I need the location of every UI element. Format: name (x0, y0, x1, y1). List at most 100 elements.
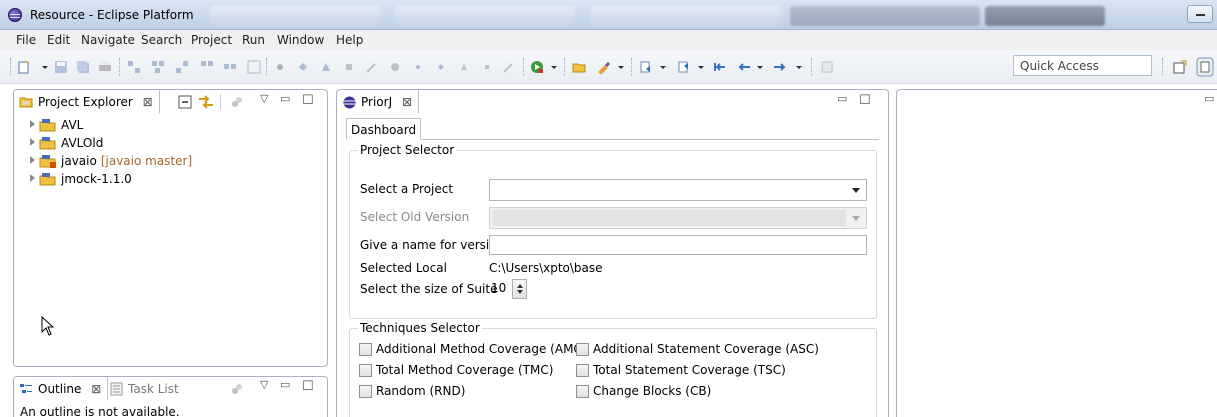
tab-project-explorer[interactable]: Project Explorer ⊠ (14, 90, 160, 114)
chevron-down-icon[interactable] (756, 60, 764, 74)
wand-icon[interactable] (365, 60, 379, 74)
wand-icon[interactable] (502, 60, 516, 74)
chevron-down-icon[interactable] (659, 60, 667, 74)
chevron-down-icon[interactable] (617, 60, 625, 74)
technique-tsc-checkbox[interactable] (576, 364, 589, 377)
menu-help[interactable]: Help (336, 33, 363, 47)
hierarchy-icon[interactable] (151, 60, 165, 74)
brush-icon[interactable] (596, 60, 610, 74)
menu-run[interactable]: Run (242, 33, 265, 47)
technique-tmc-checkbox[interactable] (359, 364, 372, 377)
hierarchy-icon[interactable] (247, 60, 261, 74)
tree-item-avlold[interactable]: AVLOld (30, 135, 310, 153)
diamond-icon[interactable] (434, 60, 448, 74)
tree-item-javaio[interactable]: javaio [javaio master] (30, 153, 310, 171)
git-project-folder-icon (39, 155, 56, 168)
view-menu-icon[interactable]: ▽ (260, 92, 268, 105)
tab-outline[interactable]: Outline ⊠ (14, 377, 109, 401)
quick-access-field[interactable]: Quick Access (1013, 55, 1152, 76)
resource-perspective-icon[interactable] (1196, 57, 1214, 77)
pin-editor-icon[interactable] (820, 60, 834, 74)
menu-project[interactable]: Project (191, 33, 232, 47)
collapse-all-icon[interactable] (178, 95, 192, 109)
close-icon[interactable]: ⊠ (91, 382, 101, 396)
hierarchy-icon[interactable] (200, 60, 214, 74)
menu-edit[interactable]: Edit (47, 33, 70, 47)
chevron-down-icon[interactable] (41, 60, 49, 74)
triangle-icon[interactable] (319, 60, 333, 74)
expand-arrow-icon[interactable] (30, 138, 35, 146)
filter-icon[interactable] (230, 382, 244, 396)
close-icon[interactable]: ⊠ (402, 95, 412, 109)
project-explorer-icon (19, 97, 33, 108)
version-name-label: Give a name for version (360, 238, 505, 252)
forward-arrow-icon[interactable] (773, 60, 787, 74)
minimize-icon[interactable]: ▭ (837, 92, 847, 105)
diamond-icon[interactable] (296, 60, 310, 74)
run-icon[interactable] (530, 60, 544, 74)
triangle-icon[interactable] (457, 60, 471, 74)
close-icon[interactable]: ⊠ (143, 95, 153, 109)
chevron-down-icon[interactable] (697, 60, 705, 74)
next-annotation-icon[interactable] (639, 60, 653, 74)
dot-icon[interactable] (411, 60, 425, 74)
minimize-button[interactable] (1187, 5, 1213, 23)
save-icon[interactable] (54, 60, 68, 74)
select-project-combo[interactable] (489, 179, 867, 201)
suite-size-spinner[interactable] (512, 279, 527, 299)
chevron-down-icon[interactable] (795, 60, 803, 74)
technique-asc-checkbox[interactable] (576, 343, 589, 356)
folder-icon[interactable] (572, 60, 586, 74)
select-old-version-combo[interactable] (489, 207, 867, 229)
dot-icon[interactable] (273, 60, 287, 74)
square-icon[interactable] (342, 60, 356, 74)
version-name-input[interactable] (489, 235, 867, 255)
techniques-selector-group: Techniques Selector Additional Method Co… (349, 321, 877, 417)
menu-navigate[interactable]: Navigate (81, 33, 135, 47)
hierarchy-icon[interactable] (127, 60, 141, 74)
save-all-icon[interactable] (76, 60, 90, 74)
tab-task-list[interactable]: Task List (110, 382, 179, 396)
maximize-icon[interactable]: ☐ (859, 93, 871, 108)
prev-annotation-icon[interactable] (677, 60, 691, 74)
suite-size-value[interactable]: 10 (491, 281, 506, 295)
debug-icon[interactable] (388, 60, 402, 74)
technique-cb-checkbox[interactable] (576, 385, 589, 398)
minimize-icon[interactable]: ▭ (1204, 92, 1214, 105)
tab-dashboard[interactable]: Dashboard (346, 118, 422, 140)
maximize-icon[interactable]: ☐ (302, 379, 314, 394)
maximize-icon[interactable]: ☐ (302, 93, 314, 108)
technique-rnd-checkbox[interactable] (359, 385, 372, 398)
tree-item-avl[interactable]: AVL (30, 117, 310, 135)
selected-local-label: Selected Local (360, 261, 447, 275)
expand-arrow-icon[interactable] (30, 120, 35, 128)
tree-item-jmock[interactable]: jmock-1.1.0 (30, 171, 310, 189)
menu-file[interactable]: File (16, 33, 36, 47)
square-icon[interactable] (480, 60, 494, 74)
expand-arrow-icon[interactable] (30, 156, 35, 164)
menu-search[interactable]: Search (141, 33, 182, 47)
minimize-icon[interactable]: ▭ (280, 92, 290, 105)
right-editor-area: ▭ (896, 89, 1217, 417)
project-label: javaio [javaio master] (61, 154, 192, 168)
project-explorer-panel: Project Explorer ⊠ ▽ ▭ ☐ AVL AVLOld java… (13, 89, 328, 367)
technique-amc-checkbox[interactable] (359, 343, 372, 356)
hierarchy-icon[interactable] (223, 60, 237, 74)
tab-priorj[interactable]: PriorJ ⊠ (337, 90, 419, 114)
back-arrow-icon[interactable] (737, 60, 751, 74)
menu-window[interactable]: Window (277, 33, 324, 47)
spinner-up-icon[interactable] (517, 284, 523, 288)
hierarchy-icon[interactable] (175, 60, 189, 74)
filter-icon[interactable] (230, 95, 244, 109)
project-explorer-tabrow: Project Explorer ⊠ ▽ ▭ ☐ (14, 90, 327, 114)
open-perspective-icon[interactable] (1173, 60, 1187, 74)
new-icon[interactable] (17, 60, 31, 74)
expand-arrow-icon[interactable] (30, 174, 35, 182)
link-with-editor-icon[interactable] (198, 94, 214, 110)
print-icon[interactable] (98, 60, 112, 74)
view-menu-icon[interactable]: ▽ (260, 378, 268, 391)
last-edit-icon[interactable] (713, 60, 727, 74)
spinner-down-icon[interactable] (517, 290, 523, 294)
minimize-icon[interactable]: ▭ (280, 378, 290, 391)
chevron-down-icon[interactable] (550, 60, 558, 74)
